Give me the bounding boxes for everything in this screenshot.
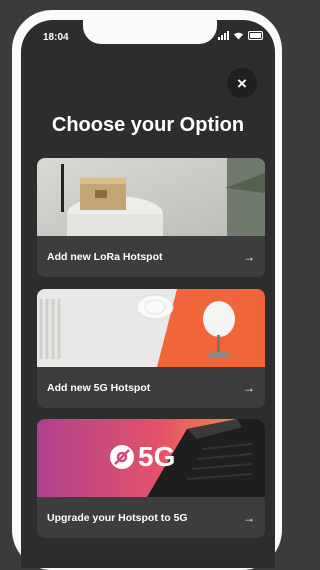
signal-icon <box>218 31 229 40</box>
status-icons <box>218 31 263 40</box>
5g-badge-text: 5G <box>138 441 176 472</box>
option-bar: Add new LoRa Hotspot → <box>37 236 265 277</box>
arrow-right-icon: → <box>243 380 255 395</box>
status-time: 18:04 <box>43 32 69 43</box>
page-title: Choose your Option <box>51 114 245 136</box>
lora-hotspot-image <box>37 158 265 236</box>
option-card-upgrade[interactable]: 5G Upgrade your Hotspot to 5G → <box>37 419 265 538</box>
option-label: Add new LoRa Hotspot <box>47 250 163 263</box>
option-label: Add new 5G Hotspot <box>47 381 151 394</box>
option-card-lora[interactable]: Add new LoRa Hotspot → <box>37 158 265 277</box>
option-card-5g[interactable]: Add new 5G Hotspot → <box>37 289 265 408</box>
helium-logo-icon <box>110 445 134 469</box>
wifi-icon <box>234 32 243 40</box>
app-screen: 18:04 × Choose your Option Add new LoRa … <box>21 20 275 568</box>
5g-badge: 5G <box>109 441 175 473</box>
option-bar: Add new 5G Hotspot → <box>37 367 265 408</box>
option-bar: Upgrade your Hotspot to 5G → <box>37 497 265 538</box>
arrow-right-icon: → <box>243 510 255 525</box>
phone-notch <box>83 20 217 44</box>
arrow-right-icon: → <box>243 249 255 264</box>
5g-hotspot-image <box>37 289 265 367</box>
option-label: Upgrade your Hotspot to 5G <box>47 511 188 524</box>
close-button[interactable]: × <box>227 68 257 98</box>
close-icon: × <box>237 73 247 93</box>
battery-icon <box>248 31 263 40</box>
